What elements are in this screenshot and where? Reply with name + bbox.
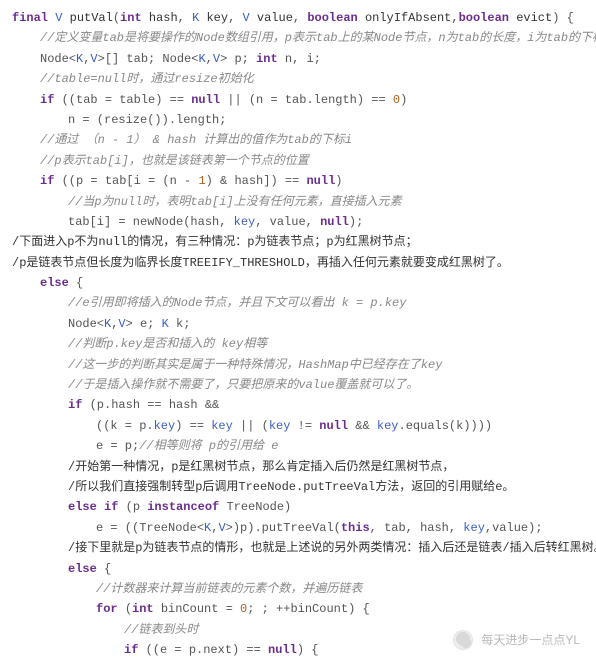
comment-line: //于是插入操作就不需要了，只要把原来的value覆盖就可以了。: [12, 375, 584, 395]
code-line: else {: [12, 273, 584, 293]
code-line: if ((tab = table) == null || (n = tab.le…: [12, 90, 584, 110]
comment-line: //当p为null时，表明tab[i]上没有任何元素，直接插入元素: [12, 192, 584, 212]
comment-line: //这一步的判断其实是属于一种特殊情况，HashMap中已经存在了key: [12, 355, 584, 375]
code-line: e = ((TreeNode<K,V>)p).putTreeVal(this, …: [12, 518, 584, 538]
code-line: if ((p = tab[i = (n - 1) & hash]) == nul…: [12, 171, 584, 191]
code-line: tab[i] = newNode(hash, key, value, null)…: [12, 212, 584, 232]
watermark: 每天进步一点点YL: [453, 630, 580, 650]
comment-line: /p是链表节点但长度为临界长度TREEIFY_THRESHOLD，再插入任何元素…: [12, 253, 584, 273]
comment-line: //e引用即将插入的Node节点，并且下文可以看出 k = p.key: [12, 293, 584, 313]
comment-line: //判断p.key是否和插入的 key相等: [12, 334, 584, 354]
code-line: for (int binCount = 0; ; ++binCount) {: [12, 599, 584, 619]
code-line: e = p;//相等则将 p的引用给 e: [12, 436, 584, 456]
comment-line: //通过 （n - 1） & hash 计算出的值作为tab的下标i: [12, 130, 584, 150]
watermark-text: 每天进步一点点YL: [481, 630, 580, 650]
comment-line: /所以我们直接强制转型p后调用TreeNode.putTreeVal方法，返回的…: [12, 477, 584, 497]
wechat-icon: [453, 630, 473, 650]
comment-line: //定义变量tab是将要操作的Node数组引用，p表示tab上的某Node节点，…: [12, 28, 584, 48]
code-line: Node<K,V>[] tab; Node<K,V> p; int n, i;: [12, 49, 584, 69]
comment-line: /下面进入p不为null的情况，有三种情况：p为链表节点；p为红黑树节点；: [12, 232, 584, 252]
code-line: else {: [12, 559, 584, 579]
code-line: n = (resize()).length;: [12, 110, 584, 130]
comment-line: //table=null时，通过resize初始化: [12, 69, 584, 89]
code-line: ((k = p.key) == key || (key != null && k…: [12, 416, 584, 436]
code-line: else if (p instanceof TreeNode): [12, 497, 584, 517]
comment-line: /开始第一种情况，p是红黑树节点，那么肯定插入后仍然是红黑树节点，: [12, 457, 584, 477]
comment-line: //计数器来计算当前链表的元素个数，并遍历链表: [12, 579, 584, 599]
code-line: final V putVal(int hash, K key, V value,…: [12, 8, 584, 28]
code-line: if (p.hash == hash &&: [12, 395, 584, 415]
code-line: Node<K,V> e; K k;: [12, 314, 584, 334]
comment-line: /接下里就是p为链表节点的情形，也就是上述说的另外两类情况：插入后还是链表/插入…: [12, 538, 584, 558]
comment-line: //p表示tab[i]，也就是该链表第一个节点的位置: [12, 151, 584, 171]
